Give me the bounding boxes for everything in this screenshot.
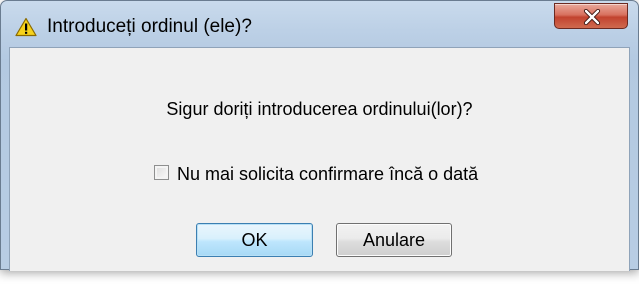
- dont-ask-again-checkbox[interactable]: [154, 165, 169, 180]
- warning-icon: [15, 17, 37, 37]
- close-icon: [583, 9, 601, 25]
- cancel-button[interactable]: Anulare: [336, 223, 452, 257]
- dialog-window: Introduceți ordinul (ele)? Sigur doriți …: [0, 0, 639, 271]
- dont-ask-again-label[interactable]: Nu mai solicita confirmare încă o dată: [177, 163, 478, 185]
- ok-button[interactable]: OK: [196, 223, 313, 257]
- window-title: Introduceți ordinul (ele)?: [47, 16, 252, 37]
- close-button[interactable]: [554, 3, 628, 29]
- confirmation-message: Sigur doriți introducerea ordinului(lor)…: [166, 99, 473, 119]
- dialog-body: Sigur doriți introducerea ordinului(lor)…: [9, 47, 630, 271]
- title-bar[interactable]: Introduceți ordinul (ele)?: [1, 1, 638, 47]
